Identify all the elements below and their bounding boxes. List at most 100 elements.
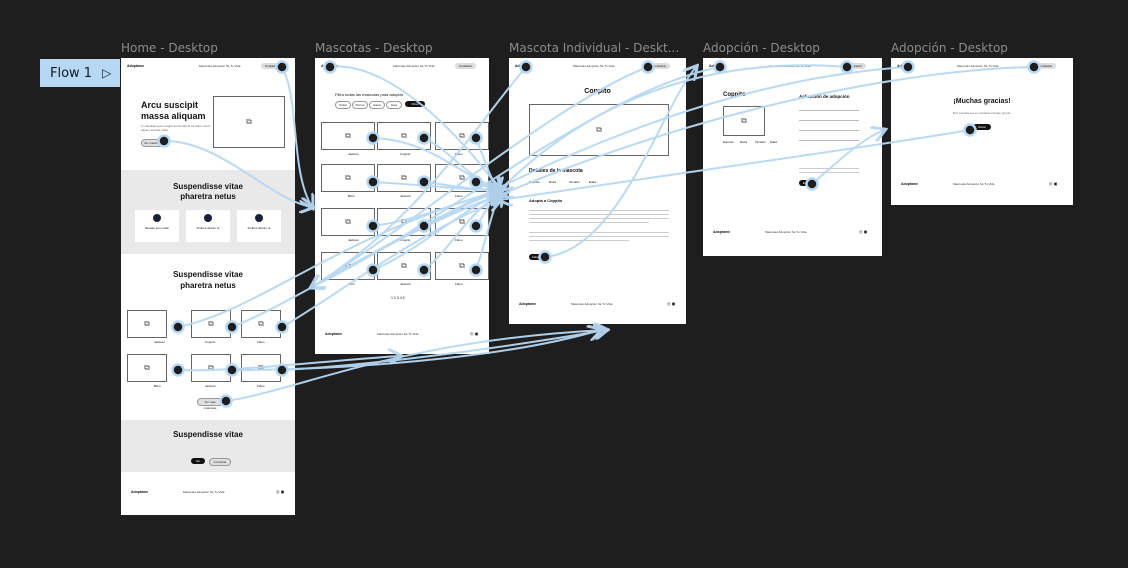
logo[interactable]: Adoptame [709,64,726,68]
play-icon[interactable]: ▷ [102,66,111,80]
pet-label: Especie [723,140,734,144]
filter-chip-active[interactable]: Otros [405,101,425,107]
nav-links[interactable]: Mascotas Adopción Sé Tu Vida [573,64,614,68]
footer-links[interactable]: Mascotas Adopción Sé Tu Vida [377,332,418,336]
back-button[interactable]: Volver [973,124,991,130]
pet-card-image[interactable]: ⧉ [321,122,375,150]
frame-title-individual[interactable]: Mascota Individual - Deskt... [509,41,679,55]
nav-links[interactable]: Mascotas Adopción Sé Tu Vida [393,64,434,68]
adopt-button[interactable]: Adoptar [529,254,545,260]
footer-links[interactable]: Mascotas Adopción Sé Tu Vida [571,302,612,306]
cta-secondary-button[interactable]: Contactar [209,458,231,466]
pet-card-image[interactable]: ⧉ [377,164,431,192]
text-line [799,172,859,173]
pet-card-image[interactable]: ⧉ [377,208,431,236]
social-icons[interactable]: ◎ ▣ [470,331,478,336]
footer-links[interactable]: Mascotas Adopción Sé Tu Vida [183,490,224,494]
flow-start-tag[interactable]: Flow 1 ▷ [40,59,120,87]
footer-logo[interactable]: Adoptame [901,182,918,186]
frame-title-mascotas[interactable]: Mascotas - Desktop [315,41,433,55]
pet-name: Fideo [455,152,463,156]
hero-button[interactable]: Ver mascotas [141,139,165,147]
logo[interactable]: Adoptame [127,64,144,68]
pet-card-image[interactable]: ⧉ [127,354,167,382]
pet-card-image[interactable]: ⧉ [191,310,231,338]
footer-logo[interactable]: Adoptame [325,332,342,336]
pet-name: Bimo [348,282,355,286]
image-icon: ⧉ [459,261,465,270]
nav-contact-button[interactable]: Contactar [845,63,867,69]
form-field[interactable] [799,130,859,131]
pet-card-image[interactable]: ⧉ [241,310,281,338]
pet-card-image[interactable]: ⧉ [127,310,167,338]
nav-links[interactable]: Mascotas Adopción Sé Tu Vida [199,64,240,68]
pet-card-image[interactable]: ⧉ [377,252,431,280]
footer-logo[interactable]: Adoptame [131,490,148,494]
cta-primary-button[interactable]: Ver [191,458,205,464]
form-field[interactable] [799,110,859,111]
pet-name: Jackson [205,384,217,388]
footer-logo[interactable]: Adoptame [519,302,536,306]
image-icon: ⧉ [345,173,351,182]
thanks-subtext: Nos pondremos en contacto contigo pronto… [952,111,1012,115]
pet-card-image[interactable]: ⧉ [321,164,375,192]
frame-title-home[interactable]: Home - Desktop [121,41,218,55]
pet-card-image[interactable]: ⧉ [435,122,489,150]
pet-card-image[interactable]: ⧉ [377,122,431,150]
cta-title: Suspendisse vitae [173,430,243,439]
social-icons[interactable]: ◎ ▣ [1049,181,1057,186]
text-line [529,218,669,219]
nav-links[interactable]: Mascotas Adopción Sé Tu Vida [769,64,810,68]
pet-name: Fideo [455,194,463,198]
navbar: Adoptame Mascotas Adopción Sé Tu Vida Co… [891,62,1073,72]
pet-name: Coppito [400,152,411,156]
nav-contact-button[interactable]: Contactar [1035,63,1057,69]
filter-chip[interactable]: Todos [335,101,351,109]
nav-contact-button[interactable]: Contactar [455,63,477,69]
footer-links[interactable]: Mascotas Adopción Sé Tu Vida [953,182,994,186]
feature-icon [255,214,263,222]
pet-card-image[interactable]: ⧉ [435,252,489,280]
nav-contact-button[interactable]: Contactar [649,63,671,69]
pet-card-image[interactable]: ⧉ [435,164,489,192]
flow-label: Flow 1 [50,65,93,81]
filter-chip[interactable]: Gatos [369,101,385,109]
pet-card-image[interactable]: ⧉ [321,252,375,280]
filter-chip[interactable]: Aves [386,101,402,109]
pet-title: Coppito [584,88,611,95]
form-field[interactable] [799,140,859,141]
feature-label: Beatae sem nulla [145,226,169,230]
logo[interactable]: Adoptame [515,64,532,68]
pet-name: Jackson [348,238,360,242]
footer-logo[interactable]: Adoptame [713,230,730,234]
pet-card-image[interactable]: ⧉ [321,208,375,236]
pet-label: Raza [740,140,748,144]
pet-name: Jackson [154,340,166,344]
filter-chip[interactable]: Perros [352,101,368,109]
pet-name: Jackson [348,152,360,156]
form-field[interactable] [799,120,859,121]
logo[interactable]: Adoptame [897,64,914,68]
detail-label: Raza [549,180,557,184]
feature-card: Beatae sem nulla [135,210,179,242]
submit-button[interactable]: Enviar [799,180,815,186]
frame-title-gracias[interactable]: Adopción - Desktop [891,41,1008,55]
image-icon: ⧉ [208,319,214,328]
pet-card-image[interactable]: ⧉ [241,354,281,382]
feature-card: Finibus dictum ut [237,210,281,242]
frame-title-adopcion[interactable]: Adopción - Desktop [703,41,820,55]
pet-card-image[interactable]: ⧉ [435,208,489,236]
social-icons[interactable]: ◎ ▣ [667,301,675,306]
logo[interactable]: Adoptame [321,64,338,68]
footer-links[interactable]: Mascotas Adopción Sé Tu Vida [765,230,806,234]
image-icon: ⧉ [258,363,264,372]
hero-text: In vulputate quis magna vel hendrerit ac… [141,124,211,132]
more-pets-button[interactable]: Ver más mascotas [197,398,223,410]
pet-card-image[interactable]: ⧉ [191,354,231,382]
nav-links[interactable]: Mascotas Adopción Sé Tu Vida [957,64,998,68]
detail-label: Edad [589,180,597,184]
social-icons[interactable]: ◎ ▣ [276,489,284,494]
nav-contact-button[interactable]: Contactar [261,63,283,69]
pagination[interactable]: 1 2 3 4 5 [391,296,405,300]
social-icons[interactable]: ◎ ▣ [859,229,867,234]
